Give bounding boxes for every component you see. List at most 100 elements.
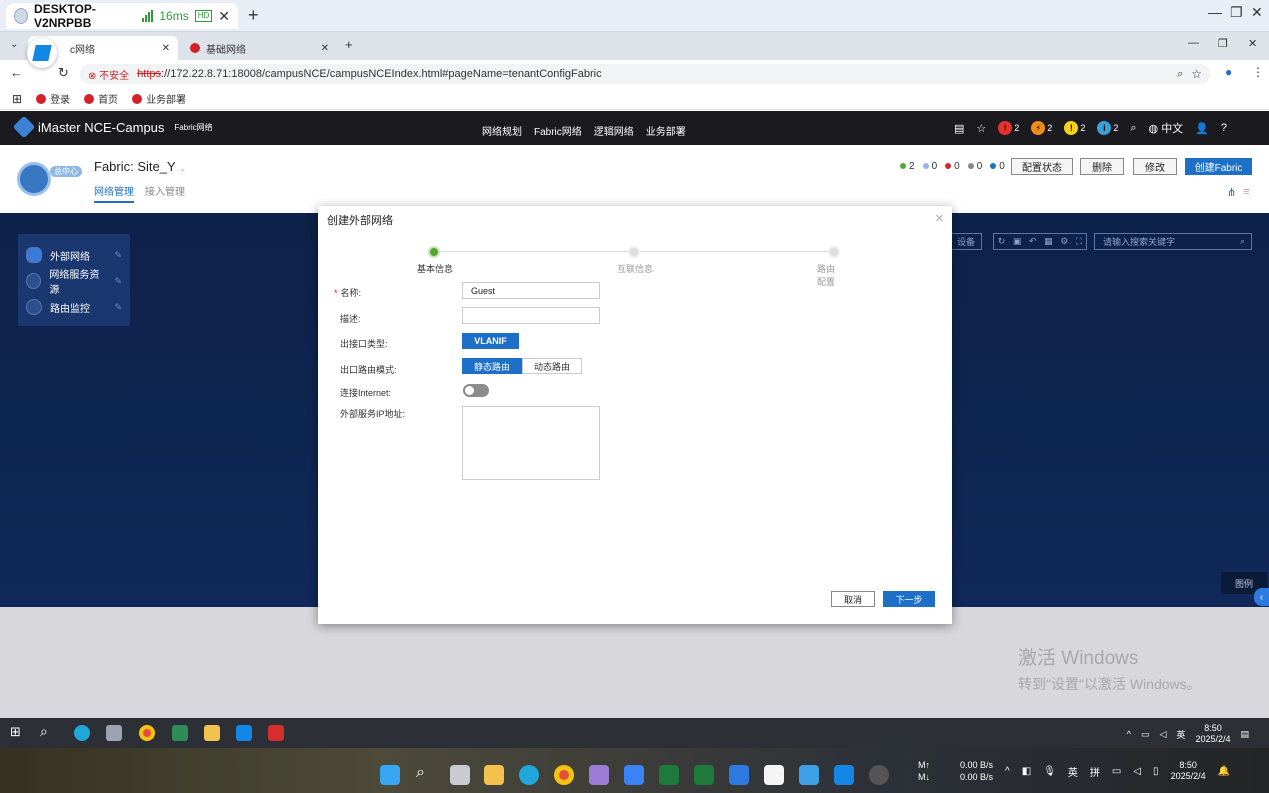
major-alarm[interactable]: ⚡ 2	[1031, 121, 1052, 135]
fullscreen-icon[interactable]: ⛶	[1076, 236, 1082, 247]
close-window-icon[interactable]: ✕	[1251, 4, 1263, 21]
app-icon[interactable]	[106, 725, 122, 741]
more-menu-icon[interactable]: ⋮	[1252, 65, 1264, 79]
sidebar-item-external-network[interactable]: 外部网络 ✎	[18, 242, 130, 268]
volume-icon[interactable]: ◁	[1160, 729, 1167, 740]
tab-list-icon[interactable]: ⌄	[10, 39, 18, 50]
microphone-icon[interactable]: 🎙	[1043, 766, 1056, 777]
route-static-option[interactable]: 静态路由	[462, 358, 522, 374]
task-icon[interactable]: ▤	[954, 122, 964, 135]
edit-icon[interactable]: ✎	[114, 302, 122, 313]
remote-session-tab[interactable]: DESKTOP-V2NRPBB 16ms HD ✕	[6, 2, 238, 30]
close-window-icon[interactable]: ✕	[1248, 37, 1257, 50]
notification-bell-icon[interactable]: 🔔	[1218, 766, 1230, 777]
menu-service-deploy[interactable]: 业务部署	[646, 123, 686, 138]
close-icon[interactable]: ✕	[162, 43, 170, 54]
help-icon[interactable]: ?	[1221, 122, 1227, 134]
restore-icon[interactable]: ❐	[1230, 4, 1243, 21]
menu-fabric-network[interactable]: Fabric网络	[534, 123, 582, 138]
maximize-icon[interactable]: ❐	[1218, 37, 1228, 50]
close-icon[interactable]: ✕	[935, 212, 944, 225]
chrome-icon[interactable]	[139, 725, 155, 741]
egress-type-vlanif-button[interactable]: VLANIF	[462, 333, 519, 349]
notepad-icon[interactable]	[799, 765, 819, 785]
network-icon[interactable]: ▭	[1141, 729, 1150, 740]
sidebar-item-service-resources[interactable]: 网络服务资源 ✎	[18, 268, 130, 296]
search-icon[interactable]: ⌕	[1240, 236, 1245, 247]
route-dynamic-option[interactable]: 动态路由	[522, 358, 582, 374]
topology-icon[interactable]: ⋔	[1227, 186, 1236, 199]
bookmark-home[interactable]: 首页	[84, 91, 118, 106]
chrome-icon[interactable]	[554, 765, 574, 785]
menu-logical-network[interactable]: 逻辑网络	[594, 123, 634, 138]
notification-icon[interactable]: ▤	[1240, 729, 1249, 740]
remote-app-floating-icon[interactable]	[27, 38, 57, 68]
minimize-icon[interactable]: —	[1188, 37, 1199, 49]
app-icon[interactable]	[729, 765, 749, 785]
wps-icon[interactable]	[268, 725, 284, 741]
next-button[interactable]: 下一步	[883, 591, 935, 607]
windows-start-icon[interactable]: ⊞	[10, 724, 21, 740]
refresh-icon[interactable]: ↻	[998, 236, 1006, 247]
zoom-icon[interactable]: ⌕	[1177, 68, 1183, 81]
insecure-badge[interactable]: ⊗ 不安全	[88, 67, 129, 82]
search-icon[interactable]: ⌕	[40, 723, 48, 740]
create-fabric-button[interactable]: 创建Fabric	[1185, 158, 1252, 175]
folder-icon[interactable]	[204, 725, 220, 741]
delete-button[interactable]: 删除	[1080, 158, 1124, 175]
settings-icon[interactable]: ⚙	[1060, 236, 1068, 247]
new-tab-icon[interactable]: +	[345, 37, 353, 52]
app-icon[interactable]	[869, 765, 889, 785]
tab-access-management[interactable]: 接入管理	[145, 183, 185, 198]
list-view-icon[interactable]: ≡	[1243, 186, 1249, 198]
todesk-icon[interactable]	[834, 765, 854, 785]
url-bar[interactable]: ⊗ 不安全 https://172.22.8.71:18008/campusNC…	[80, 64, 1210, 84]
description-input[interactable]	[462, 307, 600, 324]
app-icon[interactable]	[694, 765, 714, 785]
app-icon[interactable]	[659, 765, 679, 785]
internet-toggle[interactable]	[463, 384, 489, 397]
language-switch[interactable]: ◍ 中文	[1149, 120, 1184, 136]
ime-indicator[interactable]: 英	[1068, 764, 1078, 779]
tab-network-management[interactable]: 网络管理	[94, 183, 134, 203]
sidebar-item-route-monitor[interactable]: 路由监控 ✎	[18, 294, 130, 320]
device-button[interactable]: 设备	[950, 233, 982, 250]
critical-alarm[interactable]: ! 2	[998, 121, 1019, 135]
ime-indicator[interactable]: 英	[1176, 728, 1185, 741]
todesk-icon[interactable]	[236, 725, 252, 741]
app-icon[interactable]	[589, 765, 609, 785]
back-icon[interactable]: ←	[10, 65, 23, 80]
volume-icon[interactable]: ◁	[1133, 766, 1141, 777]
modify-button[interactable]: 修改	[1133, 158, 1177, 175]
minimize-icon[interactable]: —	[1208, 4, 1222, 20]
ime-mode[interactable]: 拼	[1090, 764, 1100, 779]
new-session-icon[interactable]: +	[248, 5, 259, 26]
windows-start-icon[interactable]	[380, 765, 400, 785]
undo-icon[interactable]: ↶	[1029, 236, 1037, 247]
info-alarm[interactable]: i2	[1097, 121, 1118, 135]
close-icon[interactable]: ✕	[321, 43, 329, 54]
folder-icon[interactable]	[484, 765, 504, 785]
grid-icon[interactable]: ▦	[1044, 236, 1053, 247]
network-icon[interactable]: ▭	[1112, 766, 1121, 777]
reload-icon[interactable]: ↻	[58, 65, 69, 81]
edge-icon[interactable]	[519, 765, 539, 785]
inner-clock[interactable]: 8:50 2025/2/4	[1195, 723, 1230, 745]
config-status-button[interactable]: 配置状态	[1011, 158, 1073, 175]
notion-icon[interactable]	[764, 765, 784, 785]
cancel-button[interactable]: 取消	[831, 591, 875, 607]
edit-icon[interactable]: ✎	[114, 250, 122, 261]
chevron-up-icon[interactable]: ^	[1127, 729, 1131, 739]
name-input[interactable]: Guest	[462, 282, 600, 299]
save-icon[interactable]: ▣	[1013, 236, 1022, 247]
search-icon[interactable]: ⌕	[1130, 122, 1136, 135]
brand-logo[interactable]: iMaster NCE-Campus Fabric网络	[12, 115, 213, 139]
user-icon[interactable]: 👤	[1195, 122, 1209, 135]
browser-tab[interactable]: 基础网络 ✕	[182, 36, 337, 60]
fabric-title[interactable]: Fabric: Site_Y ⌄	[94, 159, 187, 174]
star-icon[interactable]: ☆	[1191, 67, 1202, 81]
apps-grid-icon[interactable]: ⊞	[12, 92, 22, 106]
task-view-icon[interactable]	[450, 765, 470, 785]
menu-network-planning[interactable]: 网络规划	[482, 123, 522, 138]
store-icon[interactable]	[624, 765, 644, 785]
